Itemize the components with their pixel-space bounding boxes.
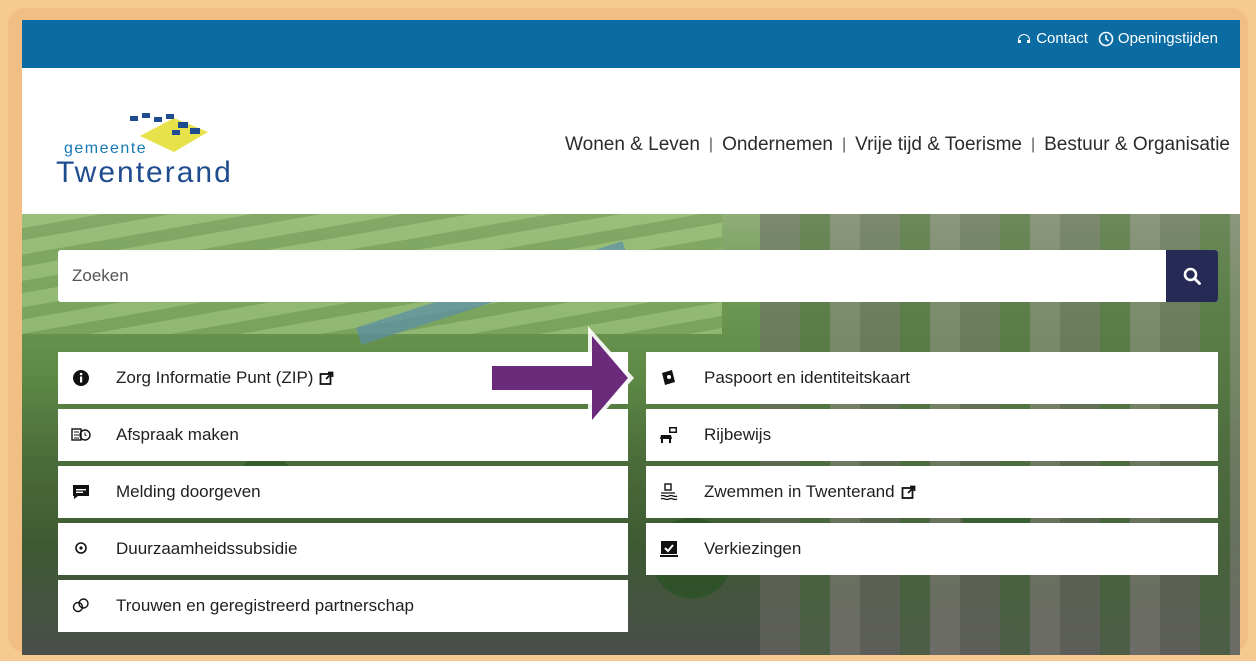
tile-label: Zorg Informatie Punt (ZIP) xyxy=(116,368,314,387)
tile-zwemmen[interactable]: Zwemmen in Twenterand xyxy=(646,466,1218,518)
tile-rijbewijs[interactable]: Rijbewijs xyxy=(646,409,1218,461)
nav-separator: | xyxy=(1030,136,1036,153)
contact-label: Contact xyxy=(1036,30,1088,47)
main-nav: Wonen & Leven | Ondernemen | Vrije tijd … xyxy=(565,134,1230,156)
info-icon xyxy=(70,367,92,389)
tile-melding-doorgeven[interactable]: Melding doorgeven xyxy=(58,466,628,518)
tile-label: Afspraak maken xyxy=(116,425,239,444)
site-header: gemeente Twenterand Wonen & Leven | Onde… xyxy=(22,68,1240,214)
nav-separator: | xyxy=(841,136,847,153)
hero-aerial-photo: Zorg Informatie Punt (ZIP) Afspraak make… xyxy=(22,214,1240,655)
clock-icon xyxy=(1098,31,1114,46)
calendar-clock-icon xyxy=(70,424,92,446)
top-bar: Contact Openingstijden xyxy=(22,20,1240,68)
tile-label: Paspoort en identiteitskaart xyxy=(704,368,911,387)
tile-label: Trouwen en geregistreerd partnerschap xyxy=(116,596,414,615)
external-link-icon xyxy=(901,485,915,499)
nav-ondernemen[interactable]: Ondernemen xyxy=(722,134,833,156)
passport-icon xyxy=(658,367,680,389)
search-icon xyxy=(1183,267,1201,285)
tile-verkiezingen[interactable]: Verkiezingen xyxy=(646,523,1218,575)
headset-icon xyxy=(1018,33,1031,43)
sustainability-icon xyxy=(70,538,92,560)
external-link-icon xyxy=(320,371,334,385)
swimming-icon xyxy=(658,481,680,503)
nav-wonen-leven[interactable]: Wonen & Leven xyxy=(565,134,700,156)
openingstijden-link[interactable]: Openingstijden xyxy=(1098,30,1218,47)
search-button[interactable] xyxy=(1166,250,1218,302)
openingstijden-label: Openingstijden xyxy=(1117,30,1218,47)
purple-arrow-annotation xyxy=(488,326,634,430)
rings-icon xyxy=(70,595,92,617)
car-license-icon xyxy=(658,424,680,446)
nav-separator: | xyxy=(708,136,714,153)
nav-bestuur-organisatie[interactable]: Bestuur & Organisatie xyxy=(1044,134,1230,156)
tile-paspoort[interactable]: Paspoort en identiteitskaart xyxy=(646,352,1218,404)
top-links: Contact Openingstijden xyxy=(1016,30,1218,47)
search-input[interactable] xyxy=(58,250,1166,302)
browser-page: Contact Openingstijden gemeente Twentera… xyxy=(22,20,1240,655)
tile-label: Zwemmen in Twenterand xyxy=(704,482,895,501)
tile-label: Verkiezingen xyxy=(704,539,802,558)
tile-label: Rijbewijs xyxy=(704,425,772,444)
ballot-icon xyxy=(658,538,680,560)
search-bar xyxy=(58,250,1218,302)
tile-label: Duurzaamheidssubsidie xyxy=(116,539,298,558)
tile-label: Melding doorgeven xyxy=(116,482,261,501)
chat-icon xyxy=(70,481,92,503)
twenterand-logo[interactable]: gemeente Twenterand xyxy=(54,112,254,189)
contact-link[interactable]: Contact xyxy=(1016,30,1088,47)
tile-trouwen[interactable]: Trouwen en geregistreerd partnerschap xyxy=(58,580,628,632)
logo-name-text: Twenterand xyxy=(56,156,233,189)
tile-duurzaamheidssubsidie[interactable]: Duurzaamheidssubsidie xyxy=(58,523,628,575)
nav-vrije-tijd-toerisme[interactable]: Vrije tijd & Toerisme xyxy=(855,134,1022,156)
